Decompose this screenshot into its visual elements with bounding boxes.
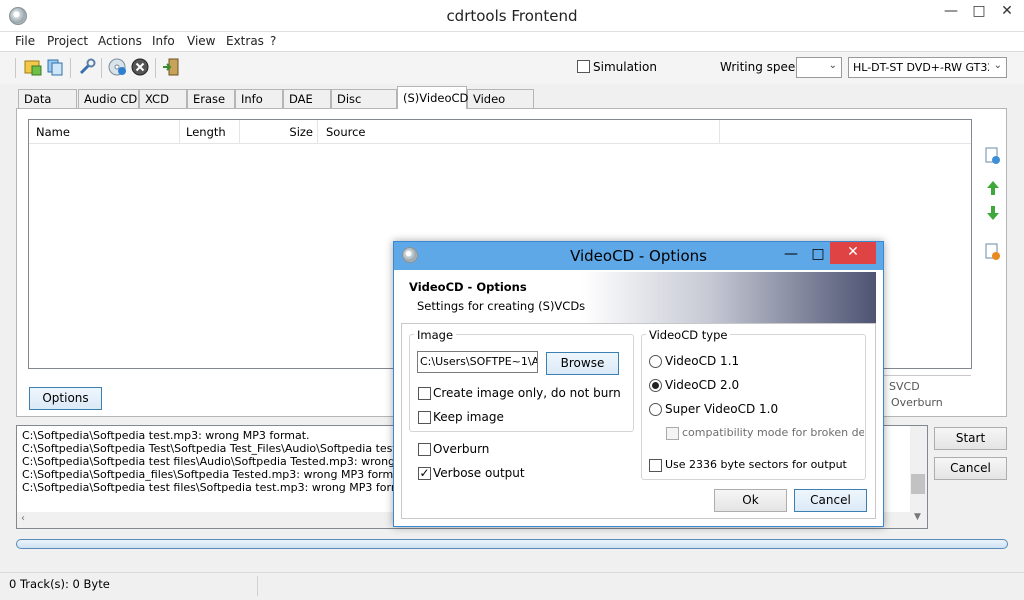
toolbar-separator <box>70 58 71 78</box>
menu-extras[interactable]: Extras <box>226 34 264 48</box>
column-name[interactable]: Name <box>29 120 180 144</box>
svcd-label: SVCD <box>889 380 920 393</box>
writing-speed-label: Writing speed <box>720 60 803 74</box>
progress-bar <box>16 539 1008 549</box>
verbose-label: Verbose output <box>433 466 525 480</box>
menu-project[interactable]: Project <box>47 34 88 48</box>
compat-mode-checkbox[interactable] <box>666 427 679 440</box>
tab-audio-cd[interactable]: Audio CD <box>78 89 139 108</box>
keep-image-checkbox[interactable] <box>418 411 431 424</box>
overburn-checkbox[interactable] <box>418 443 431 456</box>
scroll-thumb[interactable] <box>911 474 925 494</box>
drive-value: HL-DT-ST DVD+-RW GT32N <box>853 61 989 74</box>
chevron-down-icon: ⌄ <box>993 60 1002 71</box>
sectors-2336-label: Use 2336 byte sectors for output <box>665 458 847 471</box>
menu-info[interactable]: Info <box>152 34 175 48</box>
writing-speed-select[interactable]: ⌄ <box>796 57 842 78</box>
disc-info-icon[interactable] <box>107 57 127 77</box>
tab-xcd[interactable]: XCD <box>139 89 187 108</box>
super-videocd-label: Super VideoCD 1.0 <box>665 402 779 416</box>
videocd-type-label: VideoCD type <box>646 328 731 342</box>
videocd-2-0-radio[interactable] <box>649 379 662 392</box>
tab-video-dvd[interactable]: Video DVD <box>467 89 534 124</box>
status-divider <box>257 576 258 596</box>
sectors-2336-checkbox[interactable] <box>649 459 662 472</box>
exit-icon[interactable] <box>161 57 181 77</box>
window-title: cdrtools Frontend <box>446 7 578 25</box>
toolbar-separator <box>155 58 156 78</box>
log-line: C:\Softpedia\Softpedia test files\Audio\… <box>22 455 395 468</box>
ok-button[interactable]: Ok <box>714 489 787 512</box>
tab-disc-image[interactable]: Disc Image <box>331 89 397 124</box>
divider <box>878 375 971 376</box>
start-button[interactable]: Start <box>934 427 1007 450</box>
move-up-icon[interactable] <box>986 180 1000 196</box>
close-icon[interactable]: ✕ <box>991 0 1023 24</box>
tools-icon[interactable] <box>77 57 97 77</box>
new-project-icon[interactable] <box>23 57 43 77</box>
simulation-checkbox[interactable] <box>577 60 590 73</box>
verbose-checkbox[interactable]: ✓ <box>418 467 431 480</box>
menu-help[interactable]: ? <box>270 34 276 48</box>
tab-data-disc[interactable]: Data Disc <box>18 89 77 124</box>
create-image-only-checkbox[interactable] <box>418 387 431 400</box>
chevron-down-icon[interactable]: ▼ <box>914 512 921 522</box>
toolbar-separator <box>101 58 102 78</box>
cancel-button[interactable]: Cancel <box>934 457 1007 480</box>
log-line: C:\Softpedia\Softpedia_files\Softpedia T… <box>22 468 395 481</box>
videocd-1-1-label: VideoCD 1.1 <box>665 354 740 368</box>
log-line: C:\Softpedia\Softpedia test files\Softpe… <box>22 481 395 494</box>
add-file-icon[interactable] <box>985 147 1001 165</box>
cancel-icon[interactable] <box>130 57 150 77</box>
videocd-1-1-radio[interactable] <box>649 355 662 368</box>
log-line: C:\Softpedia\Softpedia Test\Softpedia Te… <box>22 442 395 455</box>
column-source[interactable]: Source <box>318 120 720 144</box>
dialog-close-icon[interactable]: ✕ <box>830 242 876 264</box>
options-button[interactable]: Options <box>29 387 102 410</box>
chevron-left-icon[interactable]: ‹ <box>21 513 25 524</box>
status-bar <box>0 572 1024 600</box>
create-image-only-label: Create image only, do not burn <box>433 386 621 400</box>
menu-file[interactable]: File <box>15 34 35 48</box>
videocd-2-0-label: VideoCD 2.0 <box>665 378 740 392</box>
image-group-label: Image <box>414 328 457 342</box>
keep-image-label: Keep image <box>433 410 504 424</box>
compat-mode-label: compatibility mode for broken devic <box>682 426 864 439</box>
column-length[interactable]: Length <box>180 120 240 144</box>
toolbar-separator <box>15 58 16 78</box>
copy-icon[interactable] <box>45 57 65 77</box>
move-down-icon[interactable] <box>986 205 1000 221</box>
remove-file-icon[interactable] <box>985 243 1001 261</box>
super-videocd-radio[interactable] <box>649 403 662 416</box>
dialog-header-subtitle: Settings for creating (S)VCDs <box>417 299 586 313</box>
menu-actions[interactable]: Actions <box>98 34 142 48</box>
log-vertical-scrollbar[interactable]: ▼ <box>910 426 927 528</box>
column-size[interactable]: Size <box>240 120 318 144</box>
menu-view[interactable]: View <box>187 34 215 48</box>
log-line: C:\Softpedia\Softpedia test.mp3: wrong M… <box>22 429 310 442</box>
overburn-label: Overburn <box>891 396 943 409</box>
dialog-cancel-button[interactable]: Cancel <box>794 489 867 512</box>
image-path-input[interactable]: C:\Users\SOFTPE~1\Ap <box>417 351 538 373</box>
chevron-down-icon: ⌄ <box>828 60 837 71</box>
tab-svideocd[interactable]: (S)VideoCD <box>397 86 468 109</box>
drive-select[interactable]: HL-DT-ST DVD+-RW GT32N ⌄ <box>848 57 1007 78</box>
tab-dae[interactable]: DAE <box>283 89 331 108</box>
browse-button[interactable]: Browse <box>546 352 619 375</box>
overburn-label: Overburn <box>433 442 490 456</box>
dialog-header-title: VideoCD - Options <box>409 280 527 294</box>
tab-erase[interactable]: Erase <box>187 89 235 108</box>
simulation-label: Simulation <box>593 60 657 74</box>
tab-info[interactable]: Info <box>235 89 283 108</box>
status-text: 0 Track(s): 0 Byte <box>9 577 110 591</box>
